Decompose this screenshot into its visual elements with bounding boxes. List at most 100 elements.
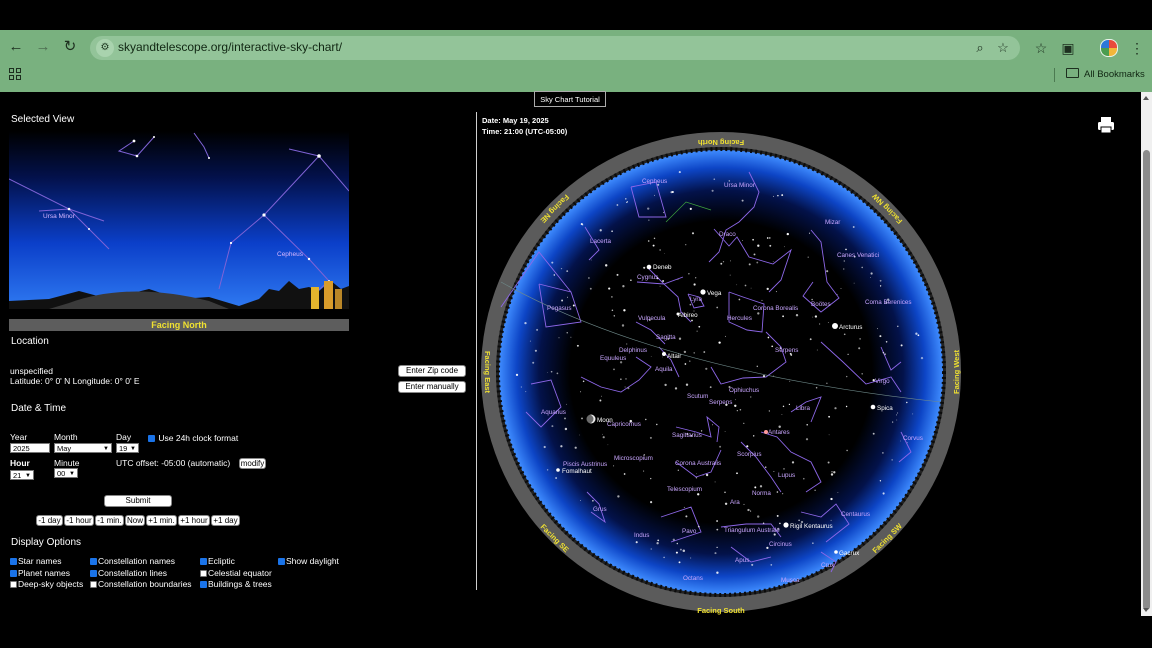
background-star — [747, 508, 750, 512]
background-star — [650, 548, 652, 550]
planet-names-checkbox[interactable] — [10, 570, 17, 577]
hour-select[interactable]: 21 ▼ — [10, 470, 34, 480]
background-star — [676, 542, 679, 545]
scroll-down-icon[interactable] — [1143, 608, 1149, 612]
background-star — [795, 313, 799, 317]
month-select[interactable]: May ▼ — [54, 443, 112, 453]
background-star — [885, 341, 888, 343]
celestial-equator-checkbox[interactable] — [200, 570, 207, 577]
profile-avatar-icon[interactable] — [1100, 39, 1118, 57]
scrollbar-thumb[interactable] — [1143, 150, 1150, 610]
more-menu-icon[interactable]: ⋮ — [1127, 38, 1147, 58]
star-arcturus[interactable] — [832, 323, 838, 329]
facing-east-label: Facing East — [483, 351, 492, 394]
background-star — [572, 304, 575, 307]
minus-1-min-button[interactable]: -1 min. — [95, 515, 124, 526]
constellation-lines-checkbox[interactable] — [90, 570, 97, 577]
month-select-value: May — [57, 444, 72, 453]
plus-1-min-button[interactable]: +1 min. — [146, 515, 177, 526]
reload-icon[interactable]: ↻ — [61, 38, 79, 56]
ecliptic-checkbox[interactable] — [200, 558, 207, 565]
forward-icon[interactable]: → — [34, 38, 52, 56]
background-star — [663, 211, 665, 214]
star-names-option[interactable]: Star names — [10, 556, 61, 566]
plus-1-day-button[interactable]: +1 day — [211, 515, 240, 526]
print-icon[interactable] — [1097, 116, 1115, 134]
deep-sky-objects-option[interactable]: Deep-sky objects — [10, 579, 83, 589]
use-24h-clock-checkbox[interactable] — [148, 435, 155, 442]
minute-select[interactable]: 00 ▼ — [54, 468, 78, 478]
celestial-equator-option[interactable]: Celestial equator — [200, 568, 272, 578]
constellation-boundaries-checkbox[interactable] — [90, 581, 97, 588]
deep-sky-objects-checkbox[interactable] — [10, 581, 17, 588]
chevron-down-icon: ▼ — [25, 473, 31, 479]
apps-grid-icon[interactable] — [9, 68, 21, 80]
show-daylight-option[interactable]: Show daylight — [278, 556, 339, 566]
plus-1-hour-button[interactable]: +1 hour — [178, 515, 210, 526]
background-star — [724, 502, 728, 505]
constellation-boundaries-option[interactable]: Constellation boundaries — [90, 579, 192, 589]
background-star — [872, 432, 875, 435]
minus-1-hour-button[interactable]: -1 hour — [64, 515, 94, 526]
background-star — [831, 471, 833, 473]
background-star — [809, 338, 812, 341]
background-star — [621, 324, 625, 327]
constellation-names-option[interactable]: Constellation names — [90, 556, 175, 566]
bookmark-star-icon[interactable]: ☆ — [993, 38, 1013, 58]
year-input[interactable]: 2025 — [10, 443, 50, 453]
sky-chart[interactable]: Cepheus Ursa Minor Lacerta Draco Mizar C… — [481, 132, 963, 618]
enter-zip-code-button[interactable]: Enter Zip code — [398, 365, 466, 377]
zoom-icon[interactable]: ⌕ — [970, 38, 990, 58]
all-bookmarks-button[interactable]: All Bookmarks — [1066, 68, 1145, 80]
modify-utc-button[interactable]: modify — [239, 458, 266, 469]
background-star — [751, 563, 754, 566]
address-bar[interactable]: ⚙ skyandtelescope.org/interactive-sky-ch… — [90, 36, 1020, 60]
extensions-icon[interactable]: ☆ — [1031, 38, 1051, 58]
star-deneb[interactable] — [646, 264, 652, 270]
show-daylight-checkbox[interactable] — [278, 558, 285, 565]
back-icon[interactable]: ← — [7, 38, 25, 56]
label-virgo: Virgo — [875, 378, 890, 385]
background-star — [525, 391, 527, 393]
constellation-lines-option[interactable]: Constellation lines — [90, 568, 167, 578]
day-select[interactable]: 19 ▼ — [116, 443, 139, 453]
scroll-up-icon[interactable] — [1143, 96, 1149, 100]
background-star — [613, 465, 615, 467]
sky-chart-tutorial-button[interactable]: Sky Chart Tutorial — [534, 91, 606, 107]
background-star — [791, 461, 795, 464]
planet-names-option[interactable]: Planet names — [10, 568, 70, 578]
submit-button[interactable]: Submit — [104, 495, 172, 507]
star-spica[interactable] — [870, 404, 876, 410]
minus-1-day-button[interactable]: -1 day — [36, 515, 63, 526]
star-names-checkbox[interactable] — [10, 558, 17, 565]
background-star — [657, 539, 660, 542]
background-star — [833, 471, 836, 474]
enter-manually-button[interactable]: Enter manually — [398, 381, 466, 393]
label-scorpius: Scorpius — [737, 451, 762, 458]
background-star — [837, 492, 839, 493]
background-star — [566, 403, 567, 405]
chart-sky-disc[interactable] — [499, 150, 943, 594]
buildings-trees-option[interactable]: Buildings & trees — [200, 579, 272, 589]
media-router-icon[interactable]: ▣ — [1058, 38, 1078, 58]
background-star — [696, 473, 697, 475]
constellation-names-checkbox[interactable] — [90, 558, 97, 565]
buildings-trees-checkbox[interactable] — [200, 581, 207, 588]
background-star — [582, 380, 585, 383]
background-star — [567, 296, 569, 298]
use-24h-clock-option[interactable]: Use 24h clock format — [148, 433, 238, 443]
page-scrollbar[interactable] — [1141, 92, 1152, 616]
star-rigil-kentaurus[interactable] — [783, 522, 789, 528]
star-altair[interactable] — [662, 352, 666, 356]
site-settings-icon[interactable]: ⚙ — [96, 39, 114, 57]
background-star — [750, 396, 752, 398]
star-vega[interactable] — [700, 289, 706, 295]
background-star — [580, 500, 581, 501]
constellation-names-label: Constellation names — [98, 556, 176, 566]
star-gacrux[interactable] — [834, 550, 838, 554]
now-button[interactable]: Now — [125, 515, 145, 526]
star-fomalhaut[interactable] — [556, 468, 560, 472]
label-scutum: Scutum — [687, 393, 708, 400]
ecliptic-option[interactable]: Ecliptic — [200, 556, 235, 566]
url-text[interactable]: skyandtelescope.org/interactive-sky-char… — [118, 40, 342, 54]
